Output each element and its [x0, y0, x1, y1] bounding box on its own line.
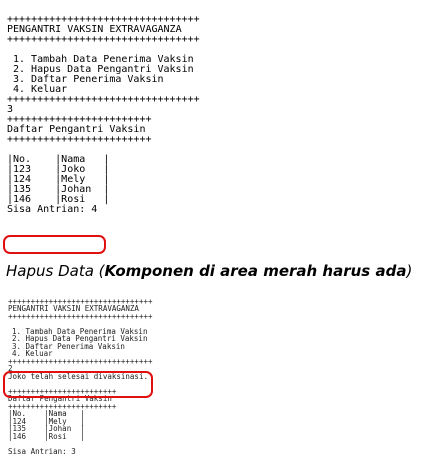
table-row: |124 |Mely |: [8, 416, 85, 426]
section-caption: Hapus Data (Komponen di area merah harus…: [6, 262, 412, 280]
table-row: |146 |Rosi |: [7, 193, 110, 205]
caption-suffix: ): [406, 262, 413, 280]
border-line: ++++++++++++++++++++++++: [7, 133, 152, 145]
menu-item-daftar: 3. Daftar Penerima Vaksin: [13, 73, 164, 85]
remaining-queue: Sisa Antrian: 3: [8, 446, 76, 456]
app-title: PENGANTRI VAKSIN EXTRAVAGANZA: [7, 23, 182, 35]
highlight-box-remaining: [3, 235, 106, 254]
table-header: |No. |Nama |: [8, 409, 85, 419]
border-line: ++++++++++++++++++++++++++++++++: [8, 356, 153, 366]
menu-item-hapus: 2. Hapus Data Pengantri Vaksin: [12, 334, 148, 344]
table-row: |123 |Joko |: [7, 163, 110, 175]
table-row: |146 |Rosi |: [8, 431, 85, 441]
highlight-box-message: [3, 371, 153, 398]
table-row: |124 |Mely |: [7, 173, 110, 185]
table-row: |135 |Johan |: [7, 183, 110, 195]
border-line: ++++++++++++++++++++++++++++++++: [7, 33, 200, 45]
menu-item-keluar: 4. Keluar: [13, 83, 68, 95]
console-output-daftar: ++++++++++++++++++++++++++++++++ PENGANTR…: [7, 1, 200, 227]
list-title: Daftar Pengantri Vaksin: [7, 123, 146, 135]
menu-item-hapus: 2. Hapus Data Pengantri Vaksin: [13, 63, 194, 75]
border-line: ++++++++++++++++++++++++++++++++: [8, 296, 153, 306]
menu-item-tambah: 1. Tambah Data Penerima Vaksin: [12, 326, 148, 336]
caption-prefix: Hapus Data (: [6, 262, 105, 280]
border-line: ++++++++++++++++++++++++++++++++: [8, 311, 153, 321]
menu-item-tambah: 1. Tambah Data Penerima Vaksin: [13, 53, 194, 65]
app-title: PENGANTRI VAKSIN EXTRAVAGANZA: [8, 304, 139, 314]
border-line: ++++++++++++++++++++++++: [8, 401, 117, 411]
table-row: |135 |Johan |: [8, 424, 85, 434]
border-line: ++++++++++++++++++++++++++++++++: [7, 13, 200, 25]
table-header: |No. |Nama |: [7, 153, 110, 165]
user-input: 3: [7, 103, 14, 115]
border-line: ++++++++++++++++++++++++: [7, 113, 152, 125]
caption-bold: Komponen di area merah harus ada: [104, 262, 407, 280]
border-line: ++++++++++++++++++++++++++++++++: [7, 93, 200, 105]
remaining-queue: Sisa Antrian: 4: [7, 203, 98, 215]
